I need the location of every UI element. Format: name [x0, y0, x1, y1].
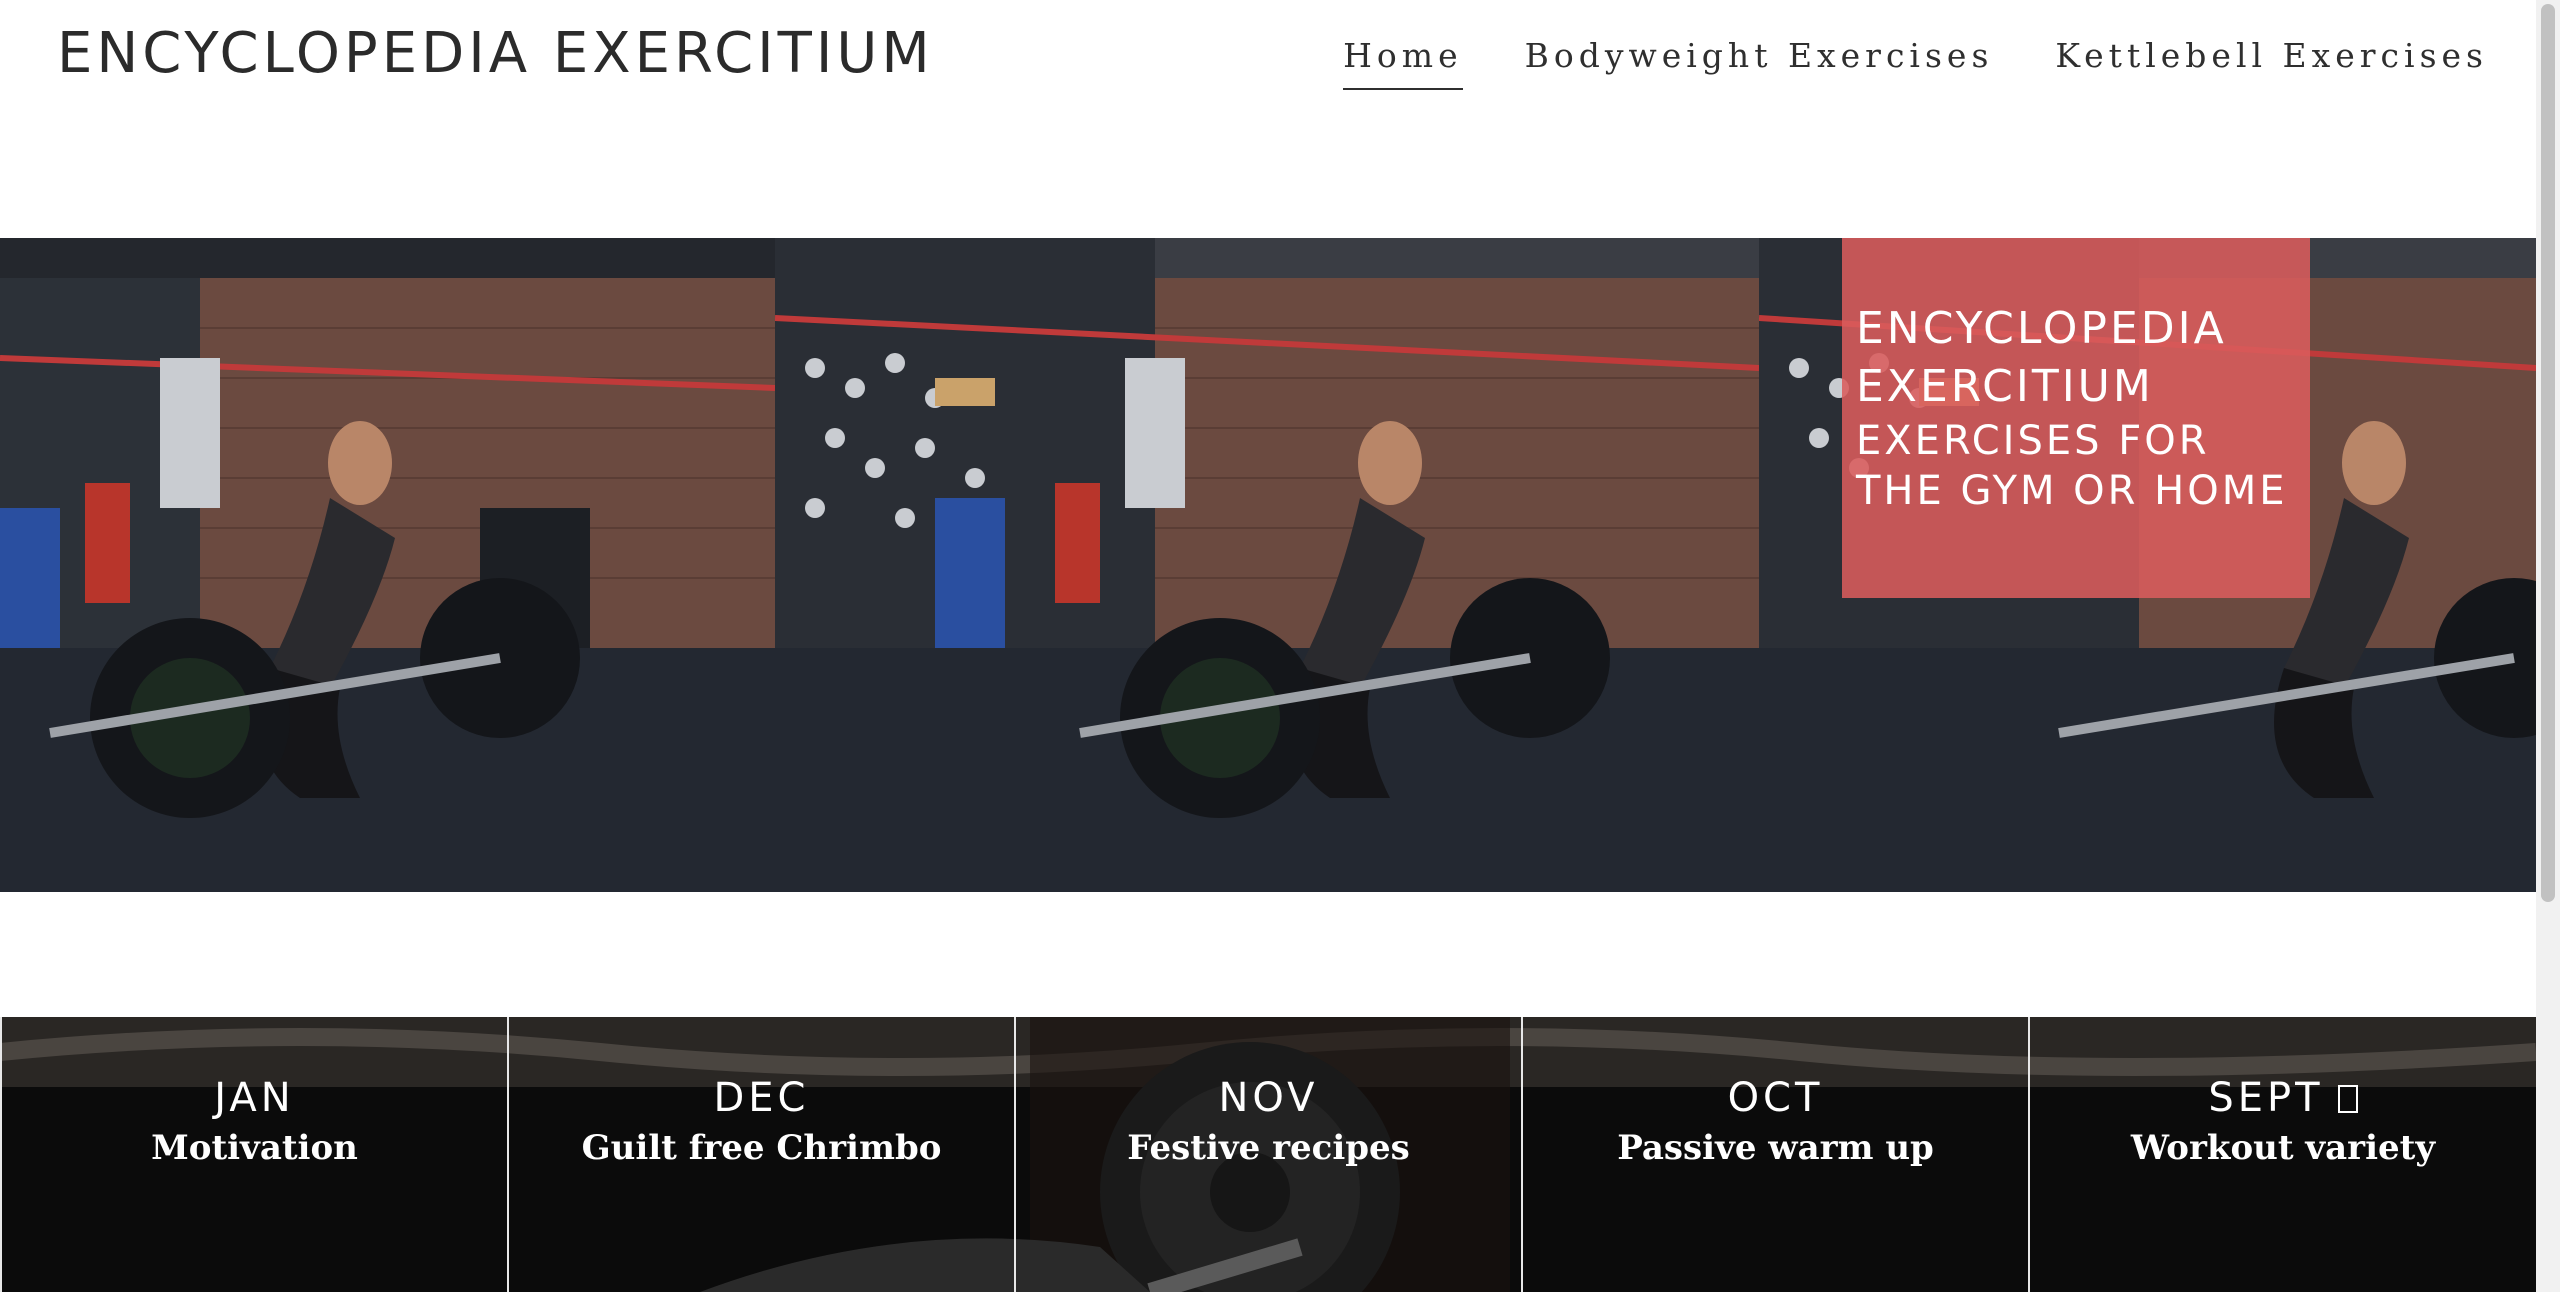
- tile-topic: Guilt free Chrimbo: [581, 1128, 942, 1168]
- blog-tiles: JAN Motivation DEC Guilt free Chrimbo NO…: [0, 1017, 2536, 1292]
- nav-bodyweight-link[interactable]: Bodyweight Exercises: [1525, 30, 1994, 90]
- tile-month: DEC: [713, 1075, 810, 1121]
- main-nav: Home Bodyweight Exercises Kettlebell Exe…: [1343, 30, 2488, 90]
- tile-month: OCT: [1727, 1075, 1824, 1121]
- tile-month-row: SEPT: [2030, 1073, 2536, 1123]
- blog-tile-nov[interactable]: NOV Festive recipes: [1014, 1017, 1521, 1292]
- tile-month: JAN: [214, 1075, 295, 1121]
- tile-month: SEPT: [2208, 1075, 2324, 1121]
- tile-topic: Passive warm up: [1617, 1128, 1934, 1168]
- hero-photo-panel: [0, 238, 775, 892]
- hero-overlay-title: ENCYCLOPEDIA EXERCITIUM: [1856, 303, 2227, 412]
- scrollbar-thumb[interactable]: [2541, 4, 2555, 902]
- nav-kettlebell-link[interactable]: Kettlebell Exercises: [2055, 30, 2488, 90]
- hero-photo-panel: [775, 238, 1759, 892]
- tile-topic: Festive recipes: [1127, 1128, 1410, 1168]
- hero-overlay-subtitle: EXERCISES FOR THE GYM OR HOME: [1856, 418, 2288, 514]
- blog-tile-sept[interactable]: SEPT Workout variety: [2028, 1017, 2536, 1292]
- blog-tile-jan[interactable]: JAN Motivation: [0, 1017, 507, 1292]
- blog-tile-dec[interactable]: DEC Guilt free Chrimbo: [507, 1017, 1014, 1292]
- missing-glyph-icon: [2337, 1085, 2358, 1113]
- blog-tile-oct[interactable]: OCT Passive warm up: [1521, 1017, 2028, 1292]
- page-scrollbar[interactable]: [2536, 0, 2560, 1292]
- nav-home-link[interactable]: Home: [1343, 30, 1463, 90]
- hero-overlay-box: ENCYCLOPEDIA EXERCITIUM EXERCISES FOR TH…: [1842, 238, 2310, 598]
- tile-topic: Workout variety: [2130, 1128, 2436, 1168]
- tile-topic: Motivation: [151, 1128, 358, 1168]
- site-title[interactable]: ENCYCLOPEDIA EXERCITIUM: [57, 20, 934, 88]
- tile-month: NOV: [1218, 1075, 1319, 1121]
